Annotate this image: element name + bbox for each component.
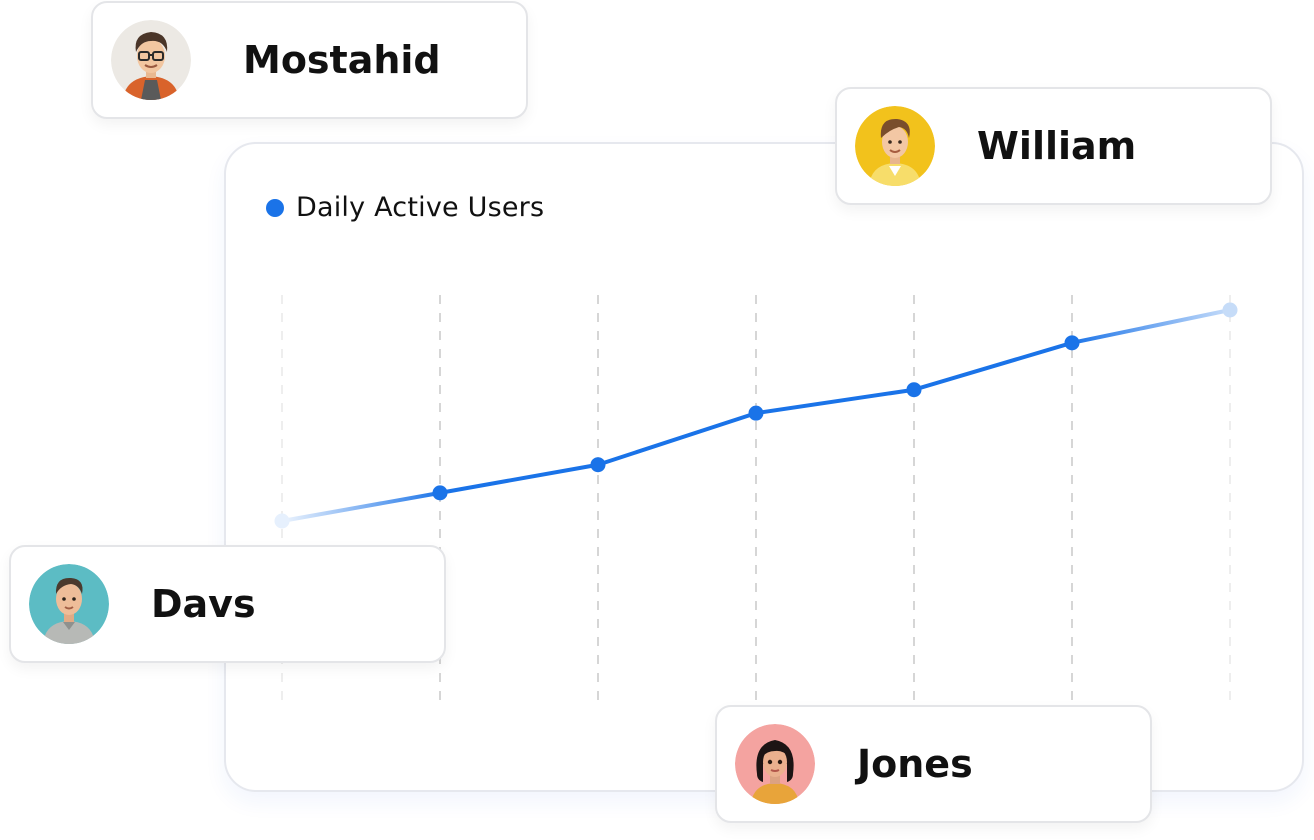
legend-label: Daily Active Users — [296, 192, 545, 223]
stage: Daily Active Users Mostahid William Davs… — [0, 0, 1314, 840]
user-card-william[interactable]: William — [835, 87, 1272, 205]
user-card-jones[interactable]: Jones — [715, 705, 1152, 823]
avatar-william-icon — [855, 106, 935, 186]
avatar — [855, 106, 935, 186]
avatar — [29, 564, 109, 644]
user-name: Jones — [857, 742, 973, 786]
legend-dot-icon — [266, 198, 284, 217]
avatar — [735, 724, 815, 804]
avatar-davs-icon — [29, 564, 109, 644]
user-card-davs[interactable]: Davs — [9, 545, 446, 663]
chart-legend: Daily Active Users — [266, 192, 544, 223]
user-card-mostahid[interactable]: Mostahid — [91, 1, 528, 119]
avatar-jones-icon — [735, 724, 815, 804]
chart-panel: Daily Active Users — [224, 142, 1304, 792]
avatar-mostahid-icon — [111, 20, 191, 100]
avatar — [111, 20, 191, 100]
user-name: Mostahid — [243, 38, 441, 82]
user-name: Davs — [151, 582, 256, 626]
user-name: William — [977, 124, 1137, 168]
